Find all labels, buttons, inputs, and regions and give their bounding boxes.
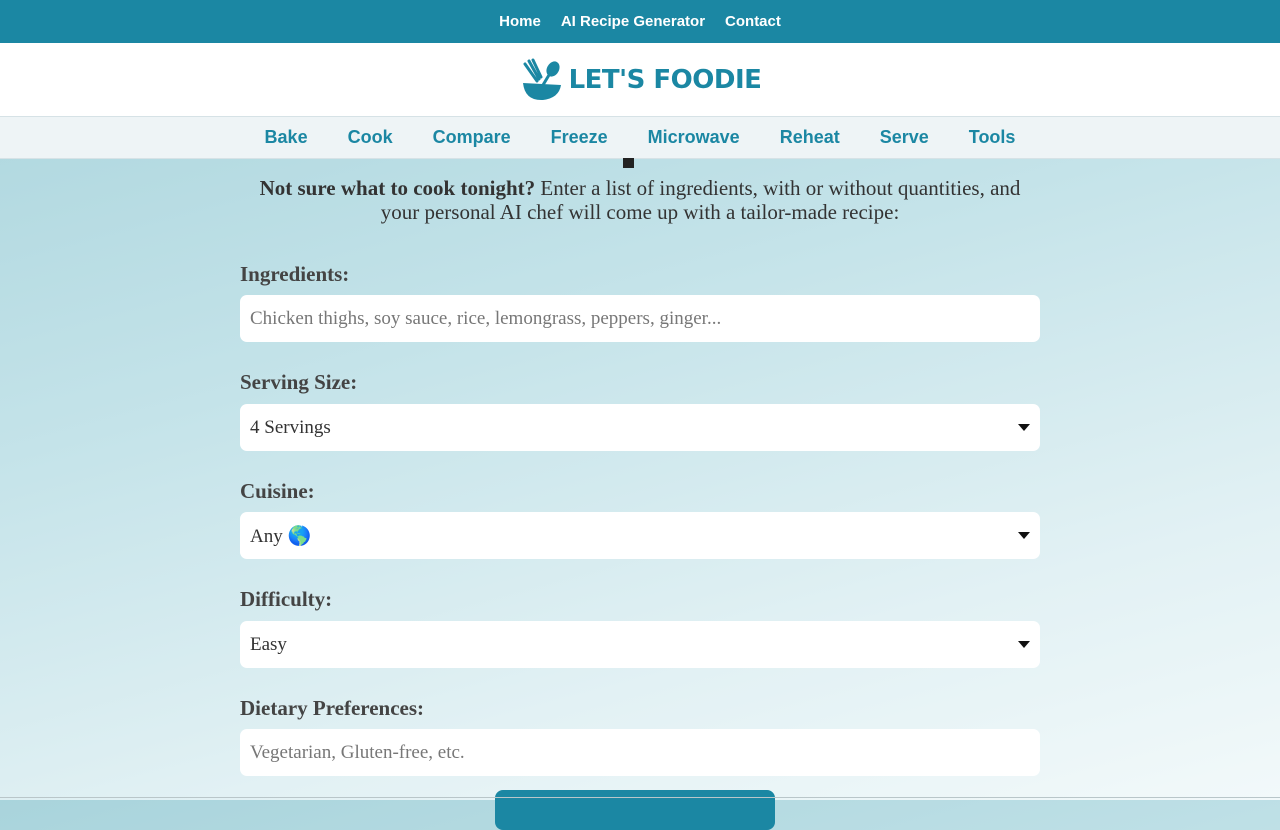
- ingredients-input[interactable]: [240, 295, 1040, 342]
- category-reheat-link[interactable]: Reheat: [780, 127, 840, 148]
- category-cook-link[interactable]: Cook: [348, 127, 393, 148]
- difficulty-select[interactable]: Easy: [240, 621, 1040, 668]
- difficulty-label: Difficulty:: [240, 587, 333, 611]
- nav-ai-recipe-generator-link[interactable]: AI Recipe Generator: [561, 13, 705, 30]
- category-microwave-link[interactable]: Microwave: [648, 127, 740, 148]
- category-bake-link[interactable]: Bake: [265, 127, 308, 148]
- category-compare-link[interactable]: Compare: [433, 127, 511, 148]
- chevron-down-icon: [1018, 641, 1030, 648]
- text-cursor-mark: [623, 158, 634, 168]
- bowl-utensils-icon: [522, 58, 561, 100]
- serving-size-value: 4 Servings: [250, 416, 331, 438]
- serving-size-select[interactable]: 4 Servings: [240, 404, 1040, 451]
- site-logo[interactable]: LET'S FOODIE: [519, 57, 762, 103]
- logo-bar: LET'S FOODIE: [0, 43, 1280, 116]
- ingredients-label: Ingredients:: [240, 262, 350, 286]
- cuisine-value: Any 🌎: [250, 525, 312, 547]
- brand-name: LET'S FOODIE: [568, 64, 762, 95]
- chevron-down-icon: [1018, 424, 1030, 431]
- dietary-preferences-input[interactable]: [240, 729, 1040, 776]
- viewport-bottom-divider: [0, 797, 1280, 798]
- chevron-down-icon: [1018, 532, 1030, 539]
- intro-question: Not sure what to cook tonight?: [259, 176, 536, 200]
- category-tools-link[interactable]: Tools: [969, 127, 1016, 148]
- difficulty-value: Easy: [250, 633, 287, 655]
- dietary-preferences-label: Dietary Preferences:: [240, 696, 425, 720]
- category-serve-link[interactable]: Serve: [880, 127, 929, 148]
- cuisine-label: Cuisine:: [240, 479, 315, 503]
- category-freeze-link[interactable]: Freeze: [551, 127, 608, 148]
- nav-contact-link[interactable]: Contact: [725, 13, 781, 30]
- generate-recipe-button[interactable]: [495, 790, 775, 830]
- intro-text: Not sure what to cook tonight? Enter a l…: [240, 176, 1040, 224]
- top-nav: Home AI Recipe Generator Contact: [0, 0, 1280, 43]
- category-nav: Bake Cook Compare Freeze Microwave Rehea…: [0, 116, 1280, 159]
- serving-size-label: Serving Size:: [240, 370, 358, 394]
- nav-home-link[interactable]: Home: [499, 13, 541, 30]
- cuisine-select[interactable]: Any 🌎: [240, 512, 1040, 559]
